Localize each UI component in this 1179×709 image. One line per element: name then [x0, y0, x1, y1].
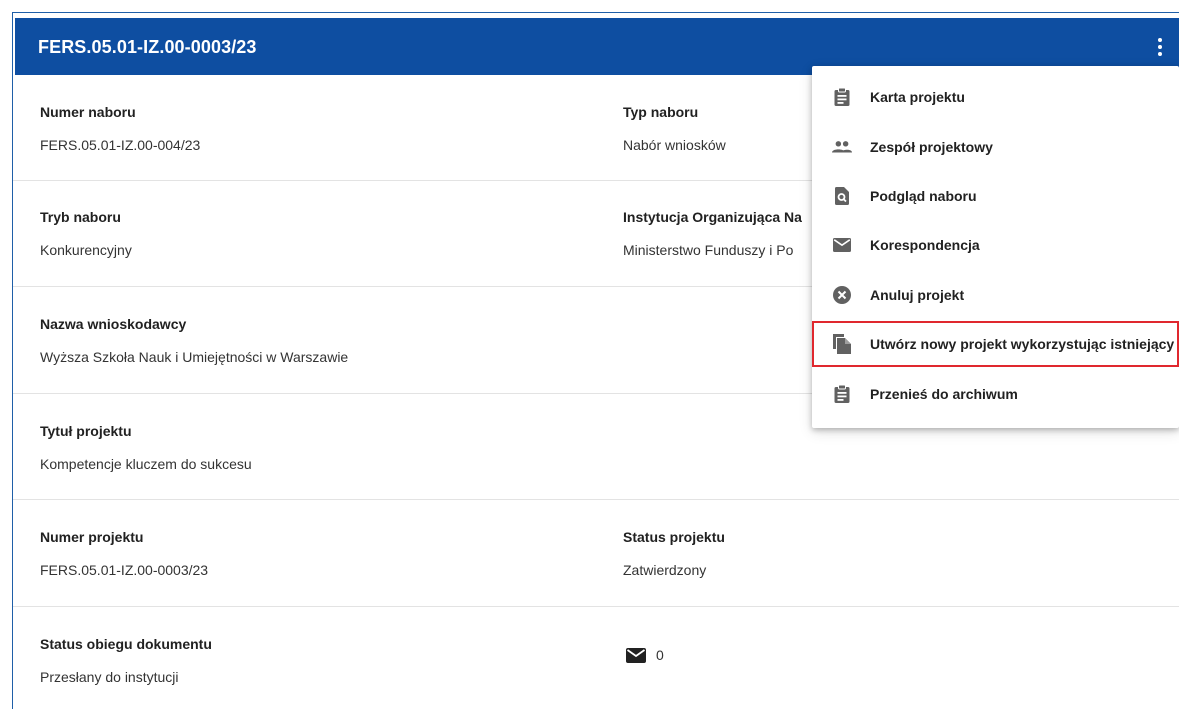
field-value: Nabór wniosków — [623, 137, 726, 153]
field-label: Numer naboru — [40, 104, 136, 120]
cancel-circle-icon — [832, 285, 852, 305]
field-value: Przesłany do instytucji — [40, 669, 179, 685]
field-value: Kompetencje kluczem do sukcesu — [40, 456, 252, 472]
copy-document-icon — [832, 334, 852, 354]
correspondence-count[interactable]: 0 — [626, 647, 664, 663]
menu-item-przenies-do-archiwum[interactable]: Przenieś do archiwum — [812, 371, 1179, 417]
project-title: FERS.05.01-IZ.00-0003/23 — [38, 37, 257, 57]
menu-item-label: Przenieś do archiwum — [870, 386, 1018, 402]
field-tryb-naboru: Tryb naboru Konkurencyjny — [40, 209, 132, 258]
mail-icon — [832, 235, 852, 255]
field-value: Zatwierdzony — [623, 562, 707, 578]
correspondence-count-value: 0 — [656, 647, 664, 663]
menu-item-label: Utwórz nowy projekt wykorzystując istnie… — [870, 336, 1175, 352]
field-label: Status obiegu dokumentu — [40, 636, 212, 652]
menu-item-utworz-nowy-projekt[interactable]: Utwórz nowy projekt wykorzystując istnie… — [812, 321, 1179, 367]
field-status-projektu: Status projektu Zatwierdzony — [623, 529, 725, 578]
field-nazwa-wnioskodawcy: Nazwa wnioskodawcy Wyższa Szkoła Nauk i … — [40, 316, 348, 365]
kebab-menu-icon[interactable] — [1154, 36, 1166, 58]
menu-item-label: Zespół projektowy — [870, 139, 993, 155]
field-value: FERS.05.01-IZ.00-0003/23 — [40, 562, 209, 578]
field-label: Tytuł projektu — [40, 423, 132, 439]
clipboard-icon — [832, 384, 852, 404]
field-label: Instytucja Organizująca Na — [623, 209, 802, 225]
project-actions-menu: Karta projektu Zespół projektowy Podgląd… — [812, 66, 1179, 428]
field-value: FERS.05.01-IZ.00-004/23 — [40, 137, 201, 153]
mail-icon — [626, 647, 646, 663]
people-icon — [832, 137, 852, 157]
menu-item-label: Anuluj projekt — [870, 287, 965, 303]
field-numer-naboru: Numer naboru FERS.05.01-IZ.00-004/23 — [40, 104, 200, 153]
field-label: Tryb naboru — [40, 209, 121, 225]
field-value: Ministerstwo Funduszy i Po — [623, 242, 794, 258]
menu-item-zespol-projektowy[interactable]: Zespół projektowy — [812, 124, 1179, 170]
menu-item-korespondencja[interactable]: Korespondencja — [812, 222, 1179, 268]
details-row: Status obiegu dokumentu Przesłany do ins… — [13, 607, 1179, 709]
menu-item-podglad-naboru[interactable]: Podgląd naboru — [812, 173, 1179, 219]
menu-item-karta-projektu[interactable]: Karta projektu — [812, 74, 1179, 120]
field-value: Konkurencyjny — [40, 242, 132, 258]
field-label: Typ naboru — [623, 104, 699, 120]
menu-item-anuluj-projekt[interactable]: Anuluj projekt — [812, 272, 1179, 318]
field-numer-projektu: Numer projektu FERS.05.01-IZ.00-0003/23 — [40, 529, 208, 578]
field-status-obiegu: Status obiegu dokumentu Przesłany do ins… — [40, 636, 212, 685]
field-label: Nazwa wnioskodawcy — [40, 316, 187, 332]
document-search-icon — [832, 186, 852, 206]
menu-item-label: Korespondencja — [870, 237, 980, 253]
clipboard-icon — [832, 87, 852, 107]
menu-item-label: Podgląd naboru — [870, 188, 977, 204]
field-instytucja: Instytucja Organizująca Na Ministerstwo … — [623, 209, 802, 258]
field-typ-naboru: Typ naboru Nabór wniosków — [623, 104, 726, 153]
details-row: Numer projektu FERS.05.01-IZ.00-0003/23 … — [13, 500, 1179, 607]
field-tytul-projektu: Tytuł projektu Kompetencje kluczem do su… — [40, 423, 252, 472]
field-value: Wyższa Szkoła Nauk i Umiejętności w Wars… — [40, 349, 349, 365]
menu-item-label: Karta projektu — [870, 89, 965, 105]
field-label: Status projektu — [623, 529, 725, 545]
field-label: Numer projektu — [40, 529, 144, 545]
